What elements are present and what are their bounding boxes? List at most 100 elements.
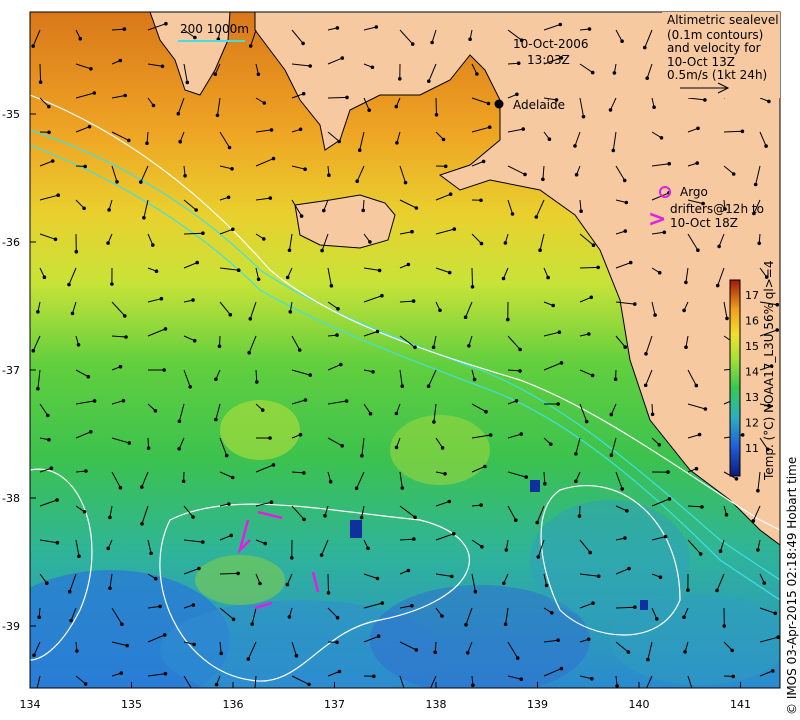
velocity-arrow-head xyxy=(328,479,333,484)
velocity-arrow-head xyxy=(195,260,199,265)
velocity-arrow-head xyxy=(414,648,419,652)
velocity-arrow-head xyxy=(587,332,591,336)
velocity-arrow-head xyxy=(320,248,324,253)
velocity-arrow-head xyxy=(214,377,218,382)
velocity-arrow-head xyxy=(377,268,382,273)
city-marker xyxy=(494,99,504,109)
velocity-arrow-head xyxy=(663,534,668,539)
velocity-arrow-head xyxy=(776,635,780,639)
velocity-arrow xyxy=(723,130,743,133)
velocity-arrow-head xyxy=(574,479,578,484)
velocity-arrow-head xyxy=(410,229,414,234)
velocity-arrow-head xyxy=(191,689,194,692)
velocity-arrow-head xyxy=(46,413,50,418)
velocity-arrow-head xyxy=(757,241,762,246)
velocity-arrow-head xyxy=(430,40,434,45)
velocity-arrow-head xyxy=(354,486,359,491)
velocity-arrow-head xyxy=(236,268,241,273)
velocity-arrow-head xyxy=(177,446,181,451)
velocity-arrow-head xyxy=(120,622,124,627)
velocity-arrow-head xyxy=(584,419,589,424)
velocity-arrow-head xyxy=(518,369,522,373)
velocity-arrow-head xyxy=(643,383,648,388)
velocity-arrow-head xyxy=(74,249,79,254)
velocity-arrow-head xyxy=(215,113,220,118)
velocity-arrow-head xyxy=(359,515,364,520)
velocity-arrow-head xyxy=(623,536,627,540)
colorbar xyxy=(729,279,741,477)
velocity-arrow-head xyxy=(657,270,662,275)
velocity-arrow xyxy=(471,267,473,287)
velocity-arrow-head xyxy=(400,486,405,490)
velocity-arrow-head xyxy=(231,617,236,622)
y-tick-label: -36 xyxy=(2,236,20,249)
velocity-arrow-head xyxy=(231,227,235,232)
velocity-arrow-head xyxy=(487,125,492,129)
velocity-arrow-head xyxy=(36,386,40,391)
velocity-arrow-head xyxy=(622,178,627,183)
velocity-arrow-head xyxy=(181,479,186,484)
velocity-arrow-head xyxy=(213,72,218,76)
velocity-arrow-head xyxy=(256,277,261,282)
velocity-arrow-head xyxy=(86,374,91,379)
velocity-arrow-head xyxy=(337,139,342,144)
velocity-arrow-head xyxy=(191,603,196,607)
velocity-arrow-head xyxy=(56,193,61,197)
colorbar-tick-label: 13 xyxy=(745,391,759,404)
velocity-arrow-head xyxy=(118,58,123,63)
velocity-arrow-head xyxy=(448,192,453,196)
x-tick-label: 139 xyxy=(527,698,548,711)
velocity-arrow-head xyxy=(53,237,58,242)
colorbar-tick-label: 14 xyxy=(745,366,759,379)
velocity-arrow-head xyxy=(775,328,780,332)
velocity-arrow-head xyxy=(521,127,526,131)
velocity-arrow-head xyxy=(89,67,93,71)
velocity-arrow-head xyxy=(290,556,294,560)
velocity-arrow-head xyxy=(718,549,723,554)
velocity-arrow-head xyxy=(447,270,452,275)
velocity-arrow-head xyxy=(254,380,259,384)
velocity-arrow-head xyxy=(163,633,167,637)
velocity-arrow-head xyxy=(579,209,583,213)
velocity-arrow-head xyxy=(394,104,399,109)
velocity-arrow-head xyxy=(450,574,454,579)
velocity-arrow-head xyxy=(556,638,560,643)
legend-sealevel-line-2: (0.1m contours) xyxy=(667,28,763,42)
velocity-arrow-head xyxy=(145,141,149,146)
velocity-arrow-head xyxy=(335,640,339,645)
velocity-arrow-head xyxy=(153,409,158,413)
velocity-arrow-head xyxy=(412,537,416,541)
velocity-arrow-head xyxy=(465,651,470,655)
velocity-arrow-head xyxy=(224,453,229,458)
velocity-arrow-head xyxy=(771,669,775,673)
sst-map-figure: 134 135 136 137 138 139 140 141 -35 -36 -37 -38 -39… xyxy=(2,11,799,715)
velocity-arrow-head xyxy=(559,361,564,365)
velocity-arrow-head xyxy=(153,576,158,581)
velocity-arrow-head xyxy=(574,452,578,456)
velocity-arrow-head xyxy=(516,61,521,66)
velocity-arrow-head xyxy=(519,432,524,436)
velocity-arrow-head xyxy=(70,311,75,316)
velocity-arrow-head xyxy=(464,622,468,627)
velocity-arrow-head xyxy=(659,136,664,140)
velocity-arrow-head xyxy=(123,93,127,98)
velocity-arrow-head xyxy=(644,352,648,356)
velocity-arrow-head xyxy=(471,683,475,688)
velocity-arrow-head xyxy=(271,463,276,467)
velocity-arrow-head xyxy=(154,269,159,274)
velocity-arrow-head xyxy=(443,472,447,476)
velocity-arrow-head xyxy=(194,208,198,212)
velocity-arrow-head xyxy=(484,409,488,414)
velocity-arrow-head xyxy=(236,571,240,576)
velocity-arrow-head xyxy=(550,611,554,615)
velocity-arrow-head xyxy=(655,617,659,621)
velocity-arrow-head xyxy=(762,581,767,585)
velocity-arrow-head xyxy=(228,312,233,317)
x-tick-label: 136 xyxy=(223,698,244,711)
velocity-arrow-head xyxy=(433,650,438,655)
velocity-arrow-head xyxy=(375,576,380,581)
velocity-arrow-head xyxy=(118,364,123,369)
velocity-arrow-head xyxy=(612,71,617,75)
velocity-arrow-head xyxy=(285,275,290,280)
velocity-arrow-head xyxy=(47,130,51,135)
